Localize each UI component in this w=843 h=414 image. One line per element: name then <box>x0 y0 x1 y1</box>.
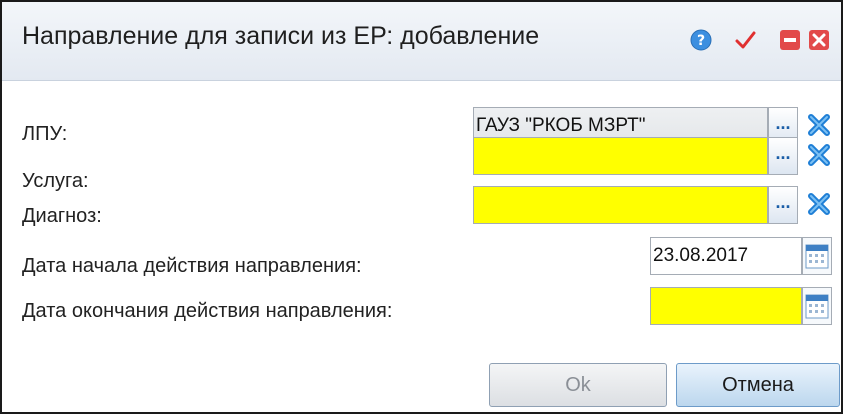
service-lookup-button[interactable]: ... <box>768 137 798 175</box>
service-clear-icon[interactable] <box>804 140 834 170</box>
end-date-label: Дата окончания действия направления: <box>22 300 393 322</box>
title-bar[interactable]: Направление для записи из ЕР: добавление… <box>2 2 841 81</box>
diagnosis-clear-icon[interactable] <box>804 189 834 219</box>
lpu-label: ЛПУ: <box>22 123 68 145</box>
close-icon[interactable] <box>808 29 830 51</box>
minimize-icon[interactable] <box>779 29 801 51</box>
diagnosis-lookup-button[interactable]: ... <box>768 186 798 224</box>
lpu-clear-icon[interactable] <box>804 110 834 140</box>
end-date-field[interactable] <box>650 287 802 325</box>
service-field[interactable] <box>473 137 768 175</box>
ok-button[interactable]: Ok <box>489 363 667 407</box>
start-date-calendar-icon[interactable] <box>802 237 832 275</box>
start-date-label: Дата начала действия направления: <box>22 255 362 277</box>
service-label: Услуга: <box>22 170 89 192</box>
diagnosis-field[interactable] <box>473 186 768 224</box>
svg-text:?: ? <box>697 33 705 49</box>
start-date-field[interactable]: 23.08.2017 <box>650 237 802 275</box>
help-icon[interactable]: ? <box>690 29 712 51</box>
dialog-title: Направление для записи из ЕР: добавление <box>22 22 540 50</box>
dialog-window: Направление для записи из ЕР: добавление… <box>0 0 843 414</box>
end-date-calendar-icon[interactable] <box>802 287 832 325</box>
check-icon[interactable] <box>734 29 756 51</box>
cancel-button[interactable]: Отмена <box>676 363 840 407</box>
diagnosis-label: Диагноз: <box>22 205 102 227</box>
